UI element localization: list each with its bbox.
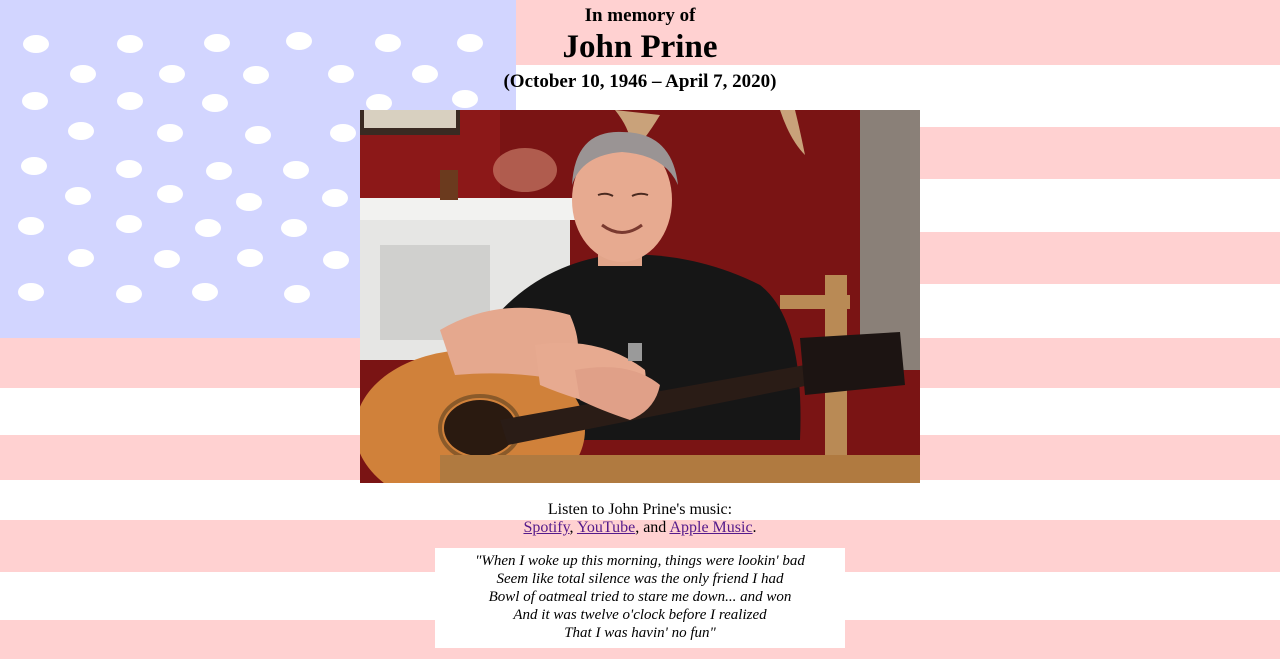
star-icon [322,189,348,207]
in-memory-heading: In memory of [584,5,696,26]
quote-line: "When I woke up this morning, things wer… [475,553,805,569]
link-end: . [752,519,757,536]
quote-line: That I was havin' no fun" [564,625,716,641]
star-icon [245,126,271,144]
star-icon [21,157,47,175]
star-icon [116,215,142,233]
listen-intro: Listen to John Prine's music: [547,501,733,518]
star-icon [116,285,142,303]
star-icon [157,124,183,142]
star-icon [18,217,44,235]
star-icon [65,187,91,205]
youtube-link[interactable]: YouTube [577,519,635,536]
star-icon [18,283,44,301]
life-dates: (October 10, 1946 – April 7, 2020) [503,71,777,92]
link-separator: , and [635,519,667,536]
spotify-link[interactable]: Spotify [523,519,569,536]
star-icon [323,251,349,269]
star-icon [192,283,218,301]
star-icon [195,219,221,237]
apple-music-link[interactable]: Apple Music [669,519,752,536]
link-separator: , [569,519,574,536]
star-icon [206,162,232,180]
music-links: Spotify, YouTube, and Apple Music. [0,519,1280,537]
star-icon [281,219,307,237]
quote-line: And it was twelve o'clock before I reali… [513,607,767,623]
star-icon [68,122,94,140]
star-icon [236,193,262,211]
star-icon [330,124,356,142]
page-title: John Prine [562,29,718,65]
star-icon [22,92,48,110]
star-icon [157,185,183,203]
quote-line: Bowl of oatmeal tried to stare me down..… [488,589,792,605]
star-icon [154,250,180,268]
quote-line: Seem like total silence was the only fri… [496,571,784,587]
star-icon [283,161,309,179]
star-icon [237,249,263,267]
star-icon [284,285,310,303]
lyrics-quote: "When I woke up this morning, things wer… [435,548,845,648]
star-icon [202,94,228,112]
star-icon [117,92,143,110]
portrait-photo [360,110,920,483]
star-icon [68,249,94,267]
star-icon [116,160,142,178]
